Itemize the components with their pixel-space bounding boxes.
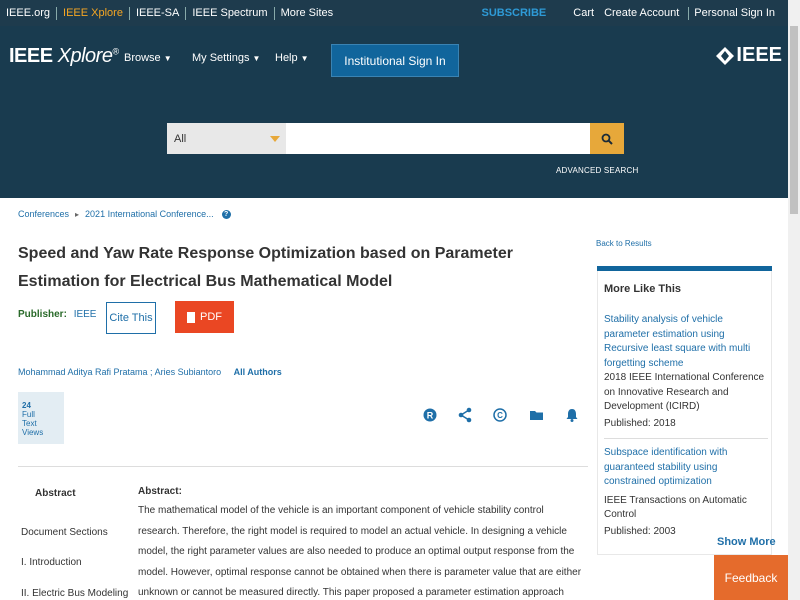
cite-this-button[interactable]: Cite This bbox=[106, 302, 156, 334]
ieee-xplore-logo[interactable]: IEEE Xplore® bbox=[9, 45, 119, 68]
abstract-section: Abstract: The mathematical model of the … bbox=[138, 486, 584, 600]
search-category-value: All bbox=[174, 132, 187, 145]
logo-suffix: Xplore bbox=[57, 45, 113, 67]
search-bar: All bbox=[167, 123, 624, 154]
institutional-sign-in-button[interactable]: Institutional Sign In bbox=[331, 44, 459, 77]
nav-help[interactable]: Help ▼ bbox=[275, 52, 309, 64]
nav-help-label: Help bbox=[275, 52, 298, 64]
publisher-value: IEEE bbox=[73, 309, 97, 320]
site-header: IEEE Xplore® Browse ▼ My Settings ▼ Help ▼ … bbox=[0, 26, 800, 198]
related-article-link[interactable]: Subspace identification with guaranteed … bbox=[604, 446, 768, 490]
back-to-results-link[interactable]: Back to Results bbox=[596, 239, 652, 248]
abstract-heading: Abstract: bbox=[138, 486, 182, 497]
share-icon[interactable] bbox=[458, 407, 472, 423]
abstract-text: The mathematical model of the vehicle is… bbox=[138, 505, 582, 598]
ieee-sites-links: IEEE.org IEEE Xplore IEEE-SA IEEE Spectr… bbox=[0, 0, 339, 26]
dropdown-arrow-icon bbox=[270, 136, 280, 142]
related-separator bbox=[604, 438, 768, 439]
top-bar: IEEE.org IEEE Xplore IEEE-SA IEEE Spectr… bbox=[0, 0, 800, 26]
related-article: Subspace identification with guaranteed … bbox=[604, 446, 768, 539]
breadcrumb: Conferences ▸ 2021 International Confere… bbox=[18, 209, 231, 219]
all-authors-link[interactable]: All Authors bbox=[234, 367, 282, 377]
feedback-button[interactable]: Feedback bbox=[714, 555, 788, 600]
full-text-views-metric[interactable]: 24 Full Text Views bbox=[18, 392, 64, 444]
logo-prefix: IEEE bbox=[9, 45, 53, 67]
link-ieee-spectrum[interactable]: IEEE Spectrum bbox=[186, 6, 275, 20]
document-sections-heading: Document Sections bbox=[21, 527, 108, 538]
breadcrumb-conferences[interactable]: Conferences bbox=[18, 209, 69, 219]
section-link-electric-bus-modeling[interactable]: II. Electric Bus Modeling bbox=[21, 588, 128, 599]
rights-permissions-icon[interactable]: R bbox=[423, 407, 437, 423]
author-list: Mohammad Aditya Rafi Pratama ; Aries Sub… bbox=[18, 367, 282, 377]
search-category-select[interactable]: All bbox=[167, 123, 286, 154]
chevron-down-icon: ▼ bbox=[252, 54, 261, 63]
section-divider bbox=[18, 466, 588, 467]
nav-my-settings[interactable]: My Settings ▼ bbox=[192, 52, 260, 64]
nav-browse[interactable]: Browse ▼ bbox=[124, 52, 172, 64]
personal-sign-in-link[interactable]: Personal Sign In bbox=[688, 6, 780, 20]
alert-bell-icon[interactable] bbox=[565, 407, 579, 423]
advanced-search-link[interactable]: ADVANCED SEARCH bbox=[556, 166, 638, 175]
related-article-publication: 2018 IEEE International Conference on In… bbox=[604, 372, 765, 412]
search-icon bbox=[601, 133, 613, 145]
breadcrumb-separator-icon: ▸ bbox=[75, 209, 80, 219]
chevron-down-icon: ▼ bbox=[300, 54, 309, 63]
chevron-down-icon: ▼ bbox=[163, 54, 172, 63]
ieee-logo-text: IEEE bbox=[736, 44, 782, 66]
related-article-link[interactable]: Stability analysis of vehicle parameter … bbox=[604, 313, 768, 371]
breadcrumb-conference[interactable]: 2021 International Conference... bbox=[85, 209, 214, 219]
account-links: SUBSCRIBE Cart Create Account Personal S… bbox=[481, 0, 780, 26]
ieee-logo[interactable]: IEEE bbox=[716, 44, 782, 67]
folder-icon[interactable] bbox=[529, 407, 544, 423]
link-more-sites[interactable]: More Sites bbox=[275, 7, 340, 20]
related-article-year: Published: 2018 bbox=[604, 417, 676, 429]
publisher-label: Publisher: bbox=[18, 309, 67, 320]
link-ieee-org[interactable]: IEEE.org bbox=[0, 6, 58, 20]
metric-label-full: Full bbox=[22, 410, 35, 419]
section-link-introduction[interactable]: I. Introduction bbox=[21, 557, 82, 568]
nav-my-settings-label: My Settings bbox=[192, 52, 250, 64]
tab-abstract[interactable]: Abstract bbox=[35, 488, 76, 499]
scrollbar-thumb[interactable] bbox=[790, 26, 798, 214]
link-ieee-xplore[interactable]: IEEE Xplore bbox=[57, 6, 130, 20]
create-account-link[interactable]: Create Account bbox=[599, 7, 684, 20]
related-article: Stability analysis of vehicle parameter … bbox=[604, 313, 768, 431]
page-scrollbar[interactable] bbox=[788, 0, 800, 600]
related-article-publication: IEEE Transactions on Automatic Control bbox=[604, 494, 747, 521]
search-button[interactable] bbox=[590, 123, 624, 154]
more-like-this-title: More Like This bbox=[604, 283, 682, 295]
logo-mark: ® bbox=[112, 46, 119, 57]
pdf-button[interactable]: PDF bbox=[175, 301, 234, 333]
search-input[interactable] bbox=[286, 123, 590, 154]
metric-value: 24 bbox=[22, 401, 31, 410]
help-icon[interactable]: ? bbox=[221, 209, 231, 219]
ieee-diamond-icon bbox=[716, 46, 735, 65]
show-more-link[interactable]: Show More bbox=[717, 536, 776, 548]
author-link[interactable]: Aries Subiantoro bbox=[155, 367, 222, 377]
svg-text:C: C bbox=[497, 411, 503, 420]
publisher-info: Publisher: IEEE bbox=[18, 309, 96, 320]
metric-label-views: Text Views bbox=[22, 419, 44, 437]
author-link[interactable]: Mohammad Aditya Rafi Pratama ; bbox=[18, 367, 153, 377]
article-title: Speed and Yaw Rate Response Optimization… bbox=[18, 245, 513, 290]
nav-browse-label: Browse bbox=[124, 52, 161, 64]
subscribe-link[interactable]: SUBSCRIBE bbox=[481, 7, 546, 19]
pdf-file-icon bbox=[187, 311, 195, 323]
cart-link[interactable]: Cart bbox=[568, 7, 599, 20]
copyright-icon[interactable]: C bbox=[493, 407, 507, 423]
pdf-button-label: PDF bbox=[200, 311, 222, 323]
svg-text:R: R bbox=[427, 411, 434, 421]
link-ieee-sa[interactable]: IEEE-SA bbox=[130, 6, 187, 20]
